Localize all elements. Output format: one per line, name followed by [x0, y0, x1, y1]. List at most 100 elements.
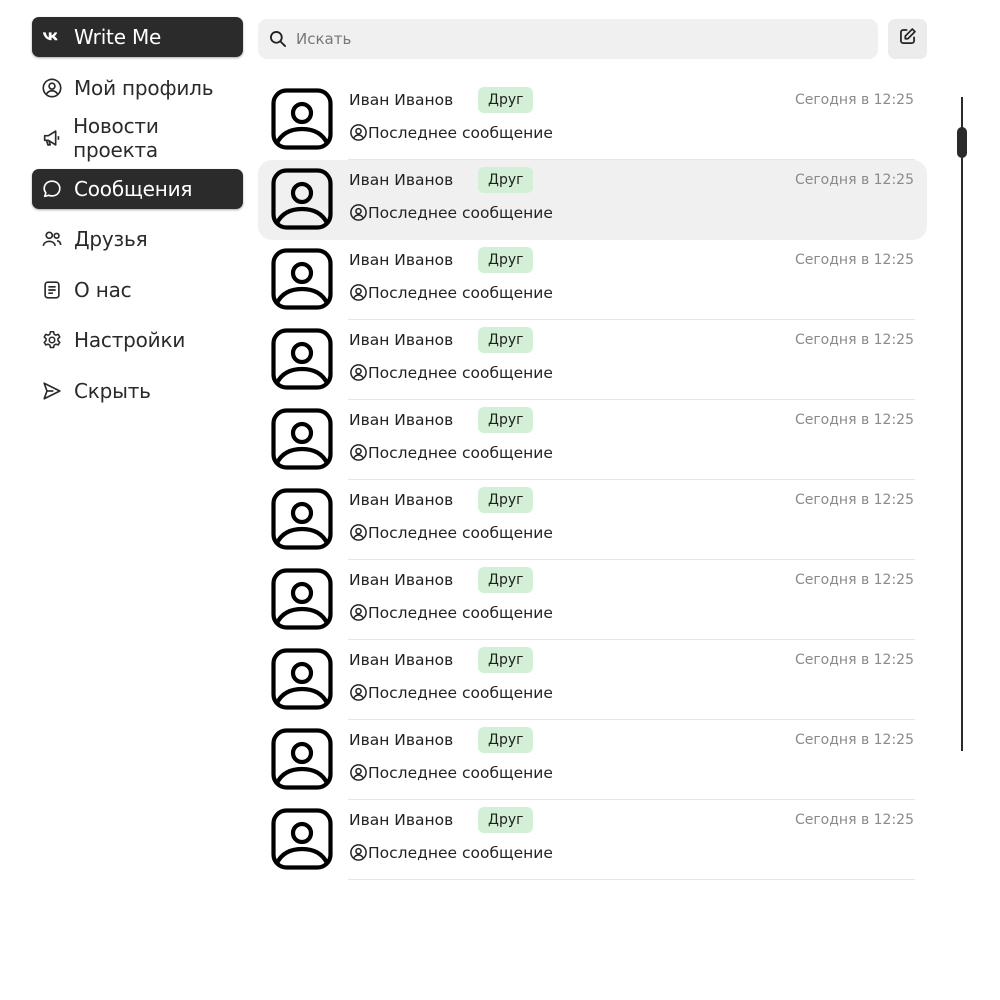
sidebar-item-hide[interactable]: Скрыть [32, 371, 243, 411]
conversation-row[interactable]: Иван Иванов Друг Сегодня в 12:25 Последнее … [258, 560, 927, 640]
last-message-text: Последнее сообщение [368, 443, 553, 462]
last-message-text: Последнее сообщение [368, 363, 553, 382]
contact-name: Иван Иванов [349, 651, 454, 669]
user-circle-icon [349, 523, 368, 542]
sidebar-item-settings[interactable]: Настройки [32, 320, 243, 360]
sidebar-item-label: Друзья [74, 227, 148, 251]
friend-badge: Друг [478, 167, 534, 193]
search-input[interactable] [296, 30, 856, 48]
contact-name: Иван Иванов [349, 811, 454, 829]
user-circle-icon [349, 363, 368, 382]
message-time: Сегодня в 12:25 [794, 732, 914, 748]
message-time: Сегодня в 12:25 [794, 92, 914, 108]
conversation-row[interactable]: Иван Иванов Друг Сегодня в 12:25 Последнее … [258, 640, 927, 720]
document-icon [40, 278, 64, 302]
message-time: Сегодня в 12:25 [794, 252, 914, 268]
contact-name: Иван Иванов [349, 731, 454, 749]
user-circle-icon [349, 443, 368, 462]
user-circle-icon [40, 76, 64, 100]
message-time: Сегодня в 12:25 [794, 652, 914, 668]
last-message-text: Последнее сообщение [368, 523, 553, 542]
row-divider [348, 878, 915, 880]
scrollbar-track[interactable] [961, 97, 963, 751]
contact-name: Иван Иванов [349, 251, 454, 269]
message-time: Сегодня в 12:25 [794, 172, 914, 188]
last-message: Последнее сообщение [349, 763, 553, 782]
last-message: Последнее сообщение [349, 123, 553, 142]
friend-badge: Друг [478, 647, 534, 673]
sidebar-item-messages[interactable]: Сообщения [32, 168, 243, 209]
sidebar-item-label: Скрыть [74, 378, 151, 403]
last-message: Последнее сообщение [349, 603, 553, 622]
avatar-icon [271, 408, 333, 470]
last-message-text: Последнее сообщение [368, 603, 553, 622]
last-message: Последнее сообщение [349, 443, 553, 462]
sidebar-item-label: Сообщения [74, 176, 193, 201]
sidebar-item-profile[interactable]: Мой профиль [32, 68, 243, 108]
user-circle-icon [349, 203, 368, 222]
avatar-icon [271, 728, 333, 790]
last-message-text: Последнее сообщение [368, 843, 553, 862]
sidebar-item-label: Write Me [74, 25, 162, 49]
friend-badge: Друг [478, 87, 534, 113]
message-time: Сегодня в 12:25 [794, 572, 914, 588]
contact-name: Иван Иванов [349, 491, 454, 509]
last-message-text: Последнее сообщение [368, 683, 553, 702]
sidebar-item-label: О нас [74, 277, 132, 302]
friend-badge: Друг [478, 567, 534, 593]
conversation-row[interactable]: Иван Иванов Друг Сегодня в 12:25 Последнее … [258, 800, 927, 880]
search-bar[interactable] [258, 19, 878, 59]
sidebar-item-label: Настройки [74, 328, 186, 352]
scrollbar-thumb[interactable] [957, 127, 967, 158]
megaphone-icon [40, 126, 63, 150]
send-arrow-icon [40, 379, 64, 403]
message-time: Сегодня в 12:25 [794, 812, 914, 828]
conversation-row[interactable]: Иван Иванов Друг Сегодня в 12:25 Последнее … [258, 80, 927, 160]
conversation-row[interactable]: Иван Иванов Друг Сегодня в 12:25 Последнее … [258, 320, 927, 400]
user-circle-icon [349, 123, 368, 142]
last-message-text: Последнее сообщение [368, 283, 553, 302]
avatar-icon [271, 568, 333, 630]
last-message: Последнее сообщение [349, 843, 553, 862]
user-circle-icon [349, 603, 368, 622]
user-circle-icon [349, 763, 368, 782]
sidebar-item-friends[interactable]: Друзья [32, 219, 243, 259]
sidebar-item-label: Новости проекта [73, 114, 159, 162]
conversation-row[interactable]: Иван Иванов Друг Сегодня в 12:25 Последнее … [258, 240, 927, 320]
sidebar: Write Me Мой профиль Новости проекта Соо… [32, 17, 243, 421]
sidebar-item-label: Мой профиль [74, 75, 214, 100]
search-icon [268, 29, 288, 49]
last-message: Последнее сообщение [349, 683, 553, 702]
sidebar-item-about[interactable]: О нас [32, 270, 243, 310]
last-message: Последнее сообщение [349, 363, 553, 382]
user-circle-icon [349, 843, 368, 862]
sidebar-item-write-me[interactable]: Write Me [32, 17, 243, 57]
conversation-row[interactable]: Иван Иванов Друг Сегодня в 12:25 Последнее … [258, 480, 927, 560]
avatar-icon [271, 328, 333, 390]
friend-badge: Друг [478, 727, 534, 753]
friend-badge: Друг [478, 487, 534, 513]
contact-name: Иван Иванов [349, 171, 454, 189]
avatar-icon [271, 88, 333, 150]
contact-name: Иван Иванов [349, 331, 454, 349]
avatar-icon [271, 168, 333, 230]
vk-logo-icon [40, 25, 64, 49]
avatar-icon [271, 648, 333, 710]
last-message: Последнее сообщение [349, 283, 553, 302]
conversation-row[interactable]: Иван Иванов Друг Сегодня в 12:25 Последнее … [258, 400, 927, 480]
contact-name: Иван Иванов [349, 571, 454, 589]
compose-button[interactable] [888, 19, 927, 59]
last-message: Последнее сообщение [349, 523, 553, 542]
sidebar-item-news[interactable]: Новости проекта [32, 114, 243, 162]
message-time: Сегодня в 12:25 [794, 332, 914, 348]
avatar-icon [271, 248, 333, 310]
users-icon [40, 227, 64, 251]
conversation-row[interactable]: Иван Иванов Друг Сегодня в 12:25 Последнее … [258, 720, 927, 800]
friend-badge: Друг [478, 327, 534, 353]
friend-badge: Друг [478, 247, 534, 273]
last-message-text: Последнее сообщение [368, 763, 553, 782]
conversation-row[interactable]: Иван Иванов Друг Сегодня в 12:25 Последнее … [258, 160, 927, 240]
friend-badge: Друг [478, 407, 534, 433]
last-message: Последнее сообщение [349, 203, 553, 222]
avatar-icon [271, 808, 333, 870]
